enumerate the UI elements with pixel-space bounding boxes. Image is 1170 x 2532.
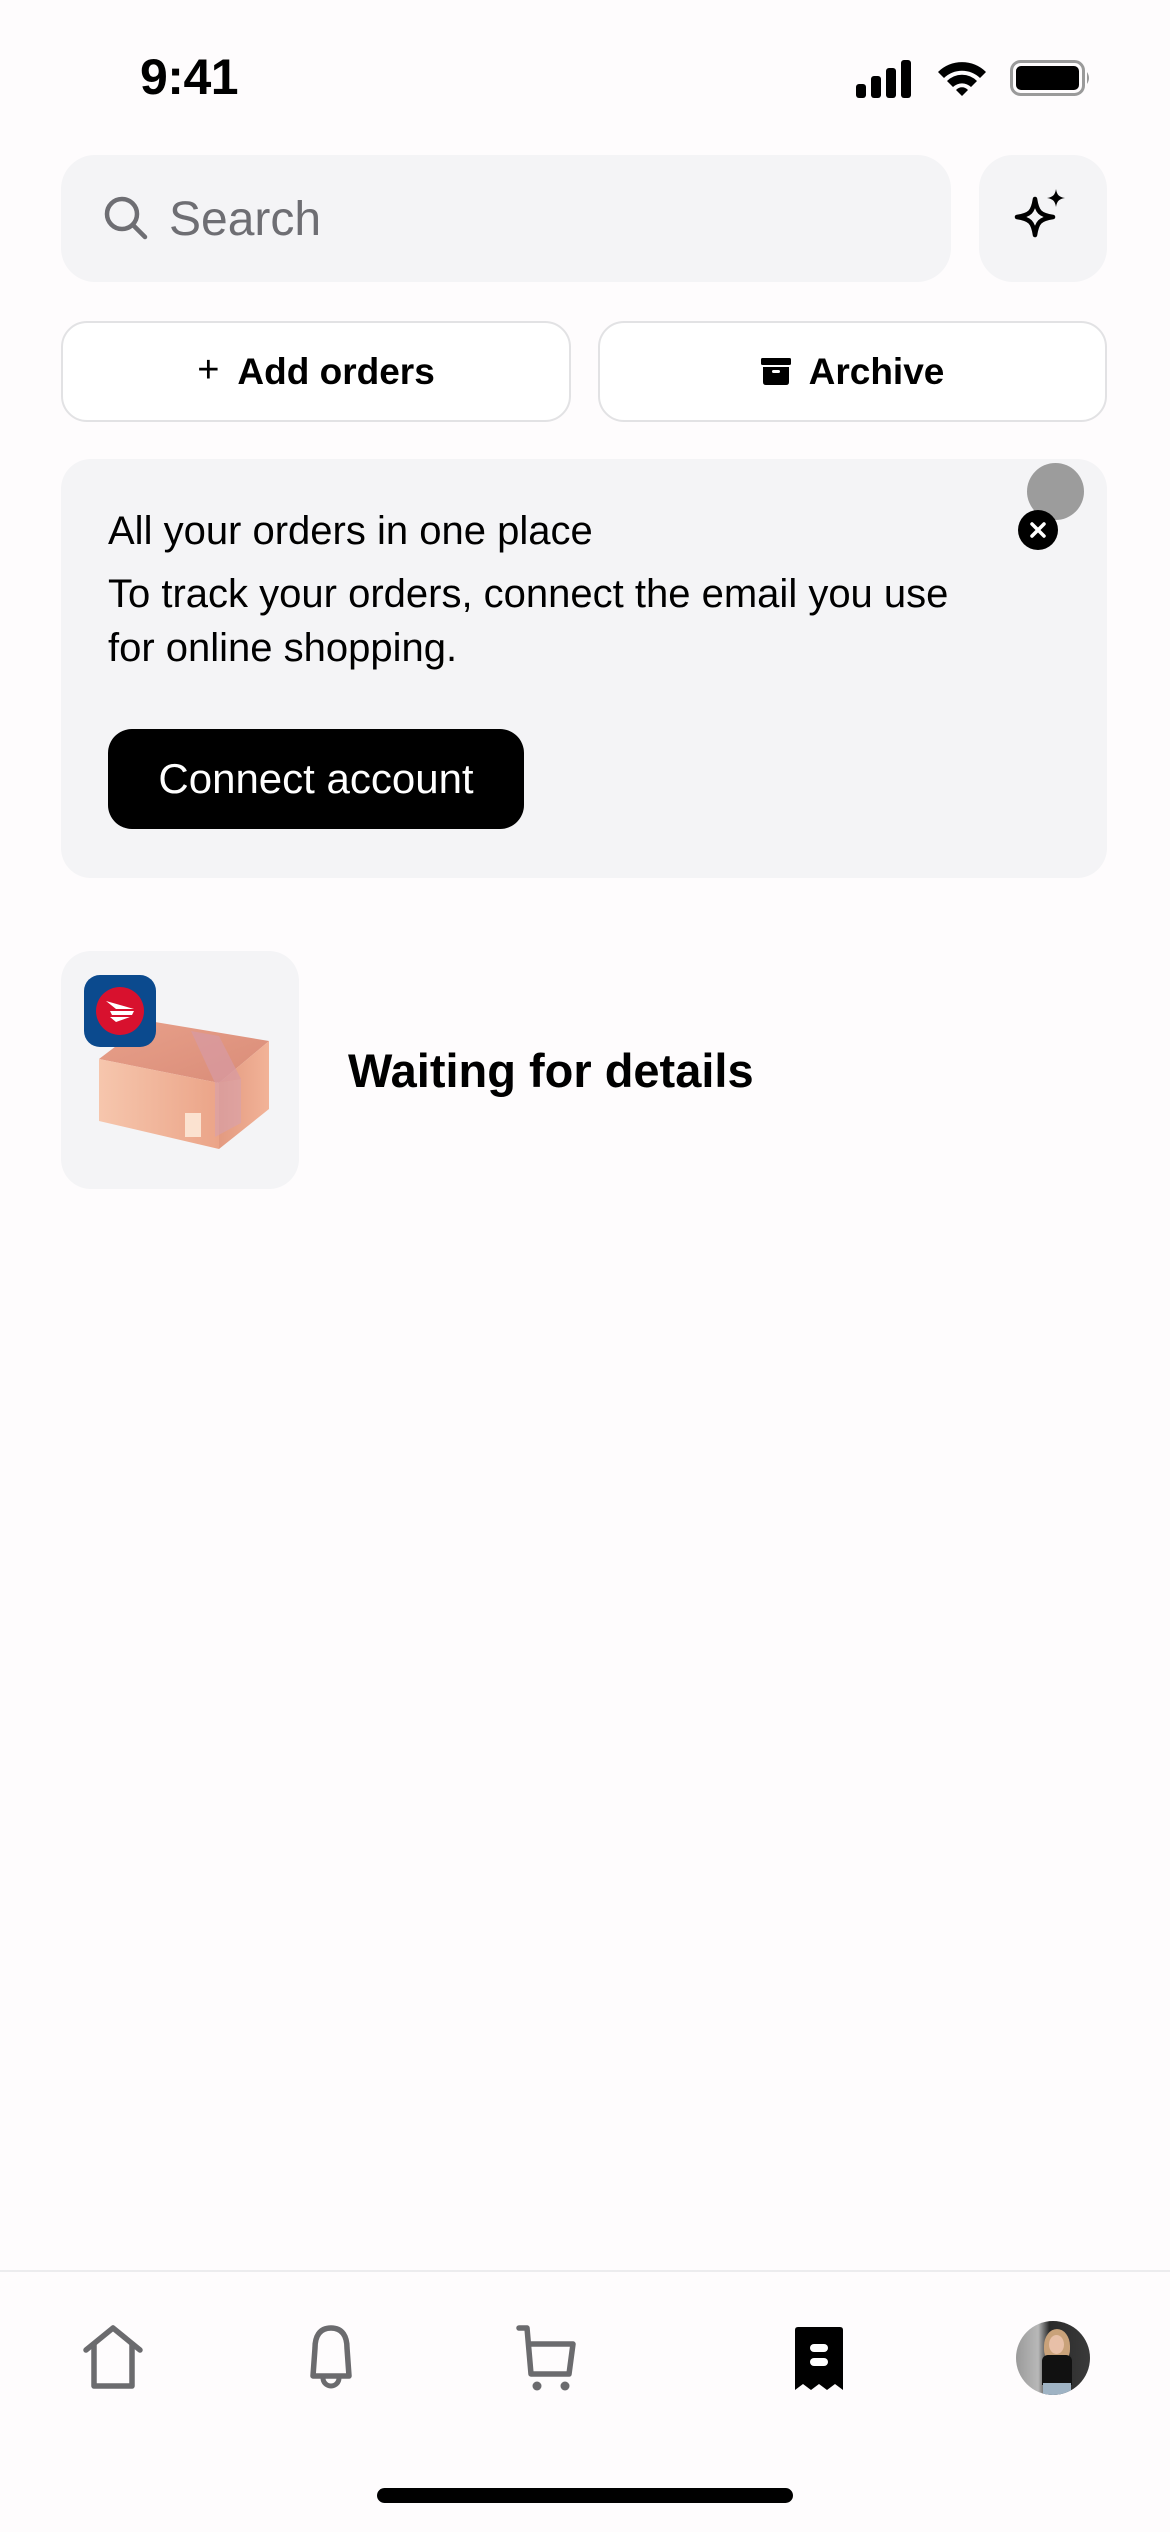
- bell-icon: [310, 2325, 352, 2389]
- card-title: All your orders in one place: [108, 509, 593, 553]
- search-placeholder: Search: [169, 193, 322, 246]
- status-time: 9:41: [140, 49, 239, 105]
- archive-button[interactable]: Archive: [598, 321, 1107, 422]
- tab-orders[interactable]: [781, 2320, 857, 2396]
- search-input[interactable]: Search: [61, 155, 951, 282]
- status-icons: [854, 58, 1094, 98]
- wifi-icon: [938, 62, 986, 96]
- close-icon: [1030, 522, 1046, 538]
- canada-post-logo: [84, 975, 156, 1047]
- tab-cart[interactable]: [509, 2320, 585, 2396]
- home-indicator[interactable]: [377, 2488, 793, 2503]
- battery-icon: [1010, 60, 1089, 96]
- archive-label: Archive: [808, 350, 945, 392]
- tab-bar-divider: [0, 2270, 1170, 2272]
- connect-account-button[interactable]: Connect account: [108, 729, 524, 829]
- ai-assistant-button[interactable]: [979, 155, 1107, 282]
- cellular-signal-icon: [854, 58, 914, 98]
- order-list-item[interactable]: Waiting for details: [61, 951, 1107, 1189]
- cart-icon: [516, 2325, 576, 2391]
- connect-email-card: All your orders in one place To track yo…: [61, 459, 1107, 878]
- add-orders-button[interactable]: + Add orders: [61, 321, 571, 422]
- avatar: [1016, 2321, 1090, 2395]
- tab-notifications[interactable]: [293, 2320, 369, 2396]
- tab-home[interactable]: [75, 2320, 151, 2396]
- order-thumbnail: [61, 951, 299, 1189]
- plus-icon: +: [197, 348, 220, 391]
- home-icon: [83, 2325, 143, 2389]
- archive-box-icon: [760, 358, 791, 385]
- add-orders-label: Add orders: [237, 350, 435, 392]
- tab-profile[interactable]: [1015, 2320, 1091, 2396]
- order-status: Waiting for details: [348, 1044, 754, 1097]
- receipt-icon: [795, 2327, 843, 2390]
- close-card-button[interactable]: [1018, 510, 1058, 550]
- sparkles-icon: [1014, 189, 1065, 238]
- search-icon: [104, 196, 148, 240]
- card-body: To track your orders, connect the email …: [108, 572, 949, 670]
